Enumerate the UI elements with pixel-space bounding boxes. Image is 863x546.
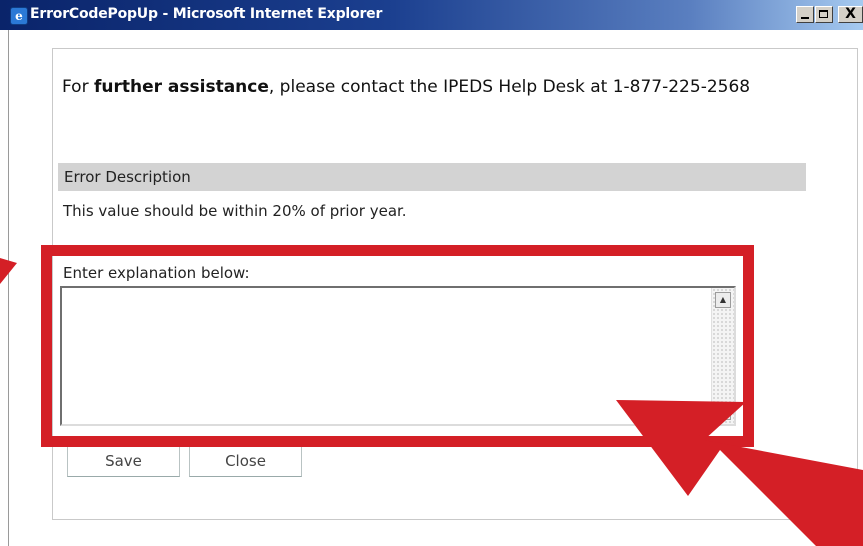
annotation-overlay bbox=[0, 258, 863, 546]
left-arrow-tip bbox=[0, 258, 17, 284]
red-arrow-icon bbox=[616, 400, 863, 546]
